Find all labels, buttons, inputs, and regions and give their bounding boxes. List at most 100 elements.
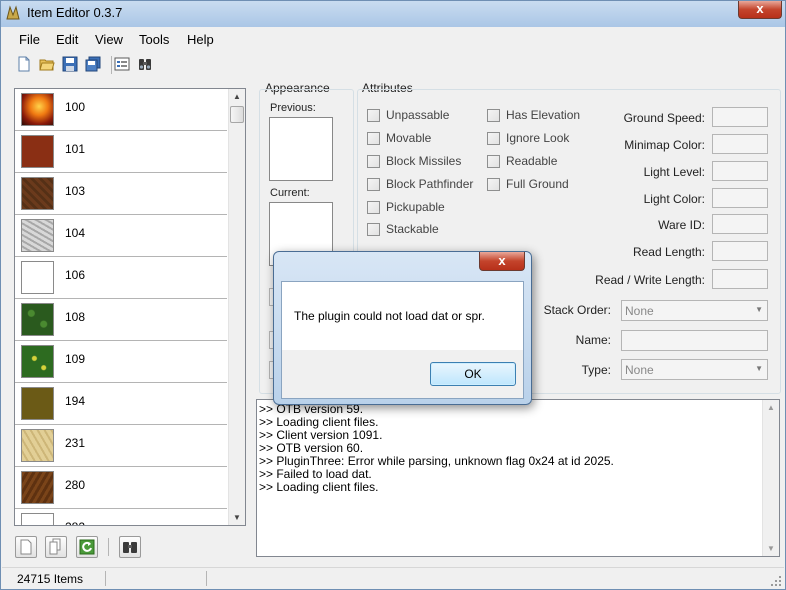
duplicate-item-button[interactable]	[45, 536, 67, 558]
reload-item-button[interactable]	[76, 536, 98, 558]
item-row[interactable]: 103	[15, 173, 227, 215]
output-log[interactable]: >> OTB version 59. >> Loading client fil…	[256, 399, 780, 557]
minimap-color-label: Minimap Color:	[624, 138, 705, 152]
item-sprite	[21, 177, 54, 210]
item-id: 231	[65, 436, 86, 450]
item-row[interactable]: 100	[15, 89, 227, 131]
checkbox[interactable]	[367, 132, 380, 145]
chevron-down-icon: ▼	[755, 364, 763, 373]
item-sprite	[21, 261, 54, 294]
window-close-button[interactable]: x	[738, 1, 782, 19]
stack-order-value: None	[625, 304, 654, 318]
ground-speed-label: Ground Speed:	[623, 111, 705, 125]
dialog-close-button[interactable]: x	[479, 252, 525, 271]
checkbox[interactable]	[367, 223, 380, 236]
scroll-up-arrow-icon[interactable]: ▲	[767, 403, 775, 412]
save-as-icon[interactable]	[85, 56, 101, 72]
item-row[interactable]: 101	[15, 131, 227, 173]
item-sprite	[21, 135, 54, 168]
name-input[interactable]	[621, 330, 768, 351]
status-separator	[105, 571, 106, 586]
item-list[interactable]: 100 101 103 104 106 108 109 194 231 280 …	[14, 88, 246, 526]
menu-tools[interactable]: Tools	[139, 32, 169, 47]
item-sprite	[21, 303, 54, 336]
item-sprite	[21, 513, 54, 525]
item-sprite	[21, 429, 54, 462]
ignore-look-label: Ignore Look	[506, 131, 570, 145]
list-view-icon[interactable]	[114, 56, 130, 72]
scroll-down-arrow-icon[interactable]: ▼	[233, 513, 241, 522]
duplicate-icon	[49, 538, 61, 555]
status-separator	[206, 571, 207, 586]
item-id: 282	[65, 520, 85, 525]
ground-speed-input[interactable]	[712, 107, 768, 127]
read-write-length-label: Read / Write Length:	[595, 273, 705, 287]
toolbar-separator	[111, 56, 112, 74]
menu-help[interactable]: Help	[187, 32, 214, 47]
light-level-input[interactable]	[712, 161, 768, 181]
minimap-color-input[interactable]	[712, 134, 768, 154]
checkbox[interactable]	[367, 178, 380, 191]
checkbox[interactable]	[487, 109, 500, 122]
item-row[interactable]: 282	[15, 509, 227, 525]
item-id: 103	[65, 184, 86, 198]
bottom-toolbar-separator	[108, 538, 109, 556]
movable-label: Movable	[386, 131, 432, 145]
checkbox[interactable]	[487, 155, 500, 168]
unpassable-label: Unpassable	[386, 108, 450, 122]
scroll-up-arrow-icon[interactable]: ▲	[233, 92, 241, 101]
light-color-input[interactable]	[712, 188, 768, 208]
scroll-down-arrow-icon[interactable]: ▼	[767, 544, 775, 553]
find-binoculars-icon[interactable]	[137, 56, 153, 72]
status-bar: 24715 Items	[2, 567, 784, 589]
name-label: Name:	[575, 333, 611, 347]
stack-order-select[interactable]: None ▼	[621, 300, 768, 321]
item-row[interactable]: 280	[15, 467, 227, 509]
new-item-button[interactable]	[15, 536, 37, 558]
toolbar	[2, 52, 784, 78]
item-list-scrollbar[interactable]: ▲ ▼	[228, 89, 245, 525]
dialog-message-area: The plugin could not load dat or spr.	[282, 282, 523, 350]
item-row[interactable]: 108	[15, 299, 227, 341]
ok-button[interactable]: OK	[430, 362, 516, 386]
find-item-button[interactable]	[119, 536, 141, 558]
item-row[interactable]: 104	[15, 215, 227, 257]
scroll-thumb[interactable]	[230, 106, 244, 123]
app-icon	[6, 5, 20, 20]
item-sprite	[21, 345, 54, 378]
light-color-label: Light Color:	[643, 192, 705, 206]
read-write-length-input[interactable]	[712, 269, 768, 289]
item-row[interactable]: 231	[15, 425, 227, 467]
menu-bar: File Edit View Tools Help	[2, 28, 784, 52]
menu-view[interactable]: View	[95, 32, 123, 47]
item-row[interactable]: 106	[15, 257, 227, 299]
ware-id-input[interactable]	[712, 214, 768, 234]
checkbox[interactable]	[367, 109, 380, 122]
item-row[interactable]: 194	[15, 383, 227, 425]
checkbox[interactable]	[487, 132, 500, 145]
resize-grip-icon[interactable]	[770, 575, 782, 587]
item-id: 100	[65, 100, 86, 114]
window-title: Item Editor 0.3.7	[27, 5, 123, 20]
stack-order-label: Stack Order:	[543, 303, 611, 317]
log-line: >> Loading client files.	[259, 480, 379, 494]
menu-file[interactable]: File	[19, 32, 40, 47]
open-folder-icon[interactable]	[39, 56, 55, 72]
title-bar[interactable]: Item Editor 0.3.7 x	[1, 1, 785, 27]
new-file-icon[interactable]	[16, 56, 32, 72]
menu-edit[interactable]: Edit	[56, 32, 78, 47]
checkbox[interactable]	[487, 178, 500, 191]
items-count: 24715 Items	[17, 572, 84, 586]
new-item-icon	[20, 539, 32, 555]
previous-sprite-preview	[269, 117, 333, 181]
save-icon[interactable]	[62, 56, 78, 72]
type-select[interactable]: None ▼	[621, 359, 768, 380]
item-id: 101	[65, 142, 86, 156]
type-label: Type:	[581, 363, 611, 377]
checkbox[interactable]	[367, 201, 380, 214]
log-scrollbar[interactable]: ▲ ▼	[762, 400, 779, 556]
ware-id-label: Ware ID:	[658, 218, 705, 232]
item-row[interactable]: 109	[15, 341, 227, 383]
read-length-input[interactable]	[712, 241, 768, 261]
checkbox[interactable]	[367, 155, 380, 168]
